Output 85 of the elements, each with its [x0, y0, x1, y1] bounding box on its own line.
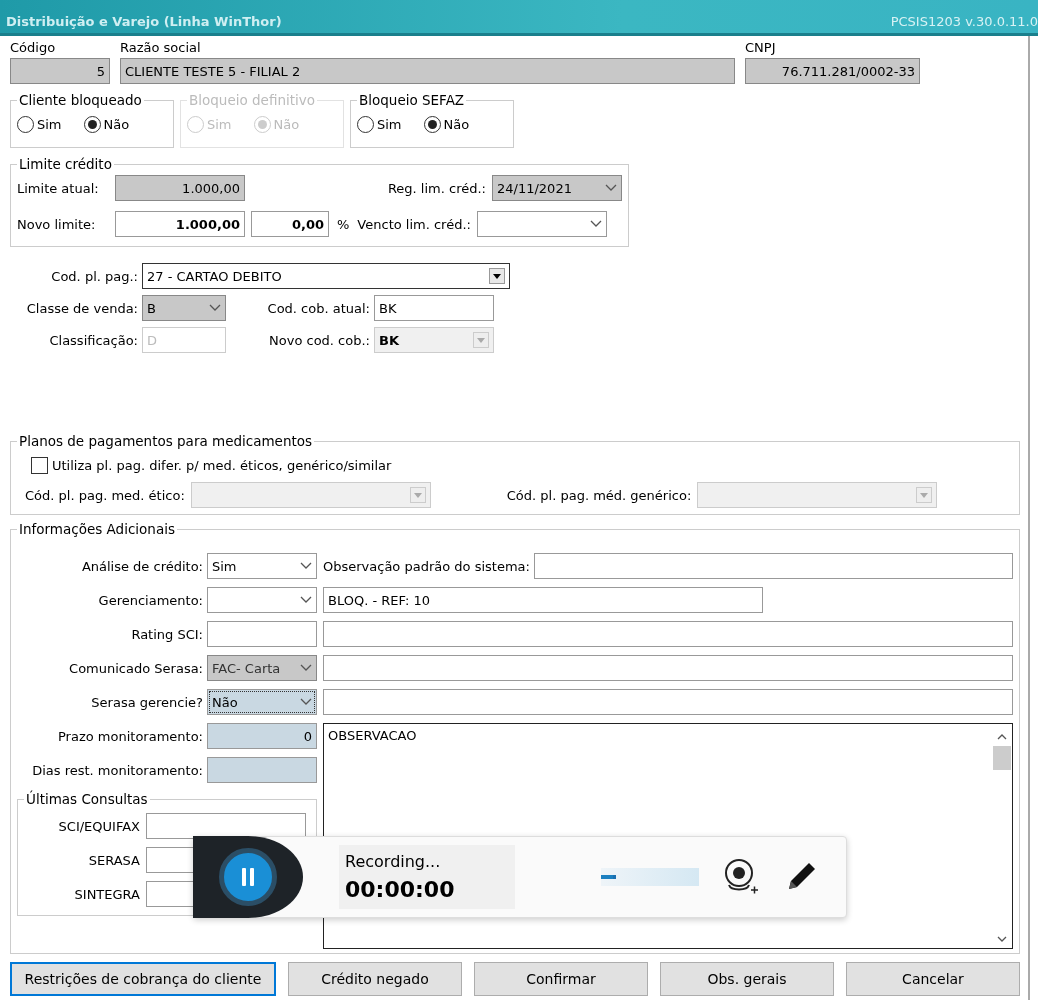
field-label: Cód. pl. pag. med. ético:: [25, 487, 185, 503]
action-button[interactable]: Cancelar: [846, 962, 1020, 996]
percent-label: %: [337, 216, 350, 232]
field-label: Rating SCI:: [130, 626, 203, 642]
field-label: SCI/EQUIFAX: [57, 818, 140, 834]
chevron-down-icon: [209, 304, 221, 312]
group-title: Bloqueio definitivo: [188, 92, 316, 108]
text-field[interactable]: BLOQ. - REF: 10: [323, 587, 763, 613]
scroll-down-icon[interactable]: [997, 936, 1007, 942]
date-dropdown[interactable]: 24/11/2021: [492, 175, 622, 201]
chevron-down-icon: [300, 562, 312, 570]
app-subtitle: Distribuição e Varejo (Linha WinThor): [6, 14, 282, 29]
field-label: Cod. pl. pag.:: [50, 268, 138, 284]
field-label: SERASA: [87, 852, 140, 868]
text-field[interactable]: 0: [207, 723, 317, 749]
dropdown[interactable]: [207, 587, 317, 613]
field-label: CNPJ: [745, 40, 777, 55]
field-label: Vencto lim. créd.:: [357, 216, 471, 232]
checkbox[interactable]: Utiliza pl. pag. difer. p/ med. éticos, genérico/similar: [31, 457, 1013, 474]
field-label: Observação padrão do sistema:: [323, 558, 530, 574]
field-label: Novo cod. cob.:: [268, 332, 370, 348]
text-field[interactable]: [323, 621, 1013, 647]
field-label: Análise de crédito:: [80, 558, 203, 574]
pause-button[interactable]: [219, 848, 277, 906]
dropdown[interactable]: Sim: [207, 553, 317, 579]
field-label: Classe de venda:: [25, 300, 138, 316]
textarea-text: OBSERVACAO: [328, 728, 417, 743]
text-field[interactable]: 1.000,00: [115, 211, 245, 237]
pause-icon: [240, 867, 256, 887]
field-label: Razão social: [120, 40, 202, 55]
field-label: Comunicado Serasa:: [68, 660, 203, 676]
text-field[interactable]: [207, 757, 317, 783]
text-field[interactable]: [533, 553, 1013, 579]
date-dropdown[interactable]: [476, 211, 607, 237]
field-label: SINTEGRA: [73, 886, 140, 902]
text-field[interactable]: CLIENTE TESTE 5 - FILIAL 2: [120, 58, 735, 84]
webcam-icon[interactable]: [723, 857, 759, 897]
action-button[interactable]: Obs. gerais: [660, 962, 834, 996]
field-label: Gerenciamento:: [97, 592, 203, 608]
text-field[interactable]: BK: [374, 295, 494, 321]
group-title: Últimas Consultas: [25, 791, 149, 807]
radio-button[interactable]: Não: [423, 116, 470, 133]
chevron-down-icon: [300, 664, 312, 672]
radio-button[interactable]: Sim: [357, 116, 402, 133]
collection-dropdown[interactable]: BK: [374, 327, 494, 353]
dropdown[interactable]: Não: [207, 689, 317, 715]
chevron-down-icon: [589, 220, 602, 228]
action-button[interactable]: Restrições de cobrança do cliente: [10, 962, 276, 996]
sales-class-dropdown[interactable]: B: [142, 295, 226, 321]
scrollbar-thumb[interactable]: [993, 746, 1011, 770]
group-title: Planos de pagamentos para medicamentos: [18, 433, 314, 449]
text-field[interactable]: 5: [10, 58, 110, 84]
field-label: Serasa gerencie?: [90, 694, 203, 710]
chevron-down-icon: [300, 698, 312, 706]
payment-plan-dropdown[interactable]: 27 - CARTAO DEBITO: [142, 263, 510, 289]
field-label: Cod. cob. atual:: [266, 300, 370, 316]
radio-button[interactable]: Sim: [17, 116, 62, 133]
action-button[interactable]: Crédito negado: [288, 962, 462, 996]
text-field[interactable]: [323, 689, 1013, 715]
field-label: Cód. pl. pag. méd. genérico:: [506, 487, 692, 503]
text-field[interactable]: [323, 655, 1013, 681]
action-button[interactable]: Confirmar: [474, 962, 648, 996]
text-field[interactable]: [146, 813, 306, 839]
percent-field[interactable]: 0,00: [251, 211, 329, 237]
chevron-down-icon: [300, 596, 312, 604]
text-field[interactable]: [207, 621, 317, 647]
recording-timer: 00:00:00: [345, 877, 456, 902]
field-label: Classificação:: [48, 332, 138, 348]
field-label: Prazo monitoramento:: [57, 728, 203, 744]
group-title: Cliente bloqueado: [18, 92, 143, 108]
group-title: Informações Adicionais: [18, 521, 176, 537]
version-label: PCSIS1203 v.30.0.11.0: [890, 14, 1038, 29]
field-label: Reg. lim. créd.:: [386, 180, 486, 196]
text-field[interactable]: 1.000,00: [115, 175, 245, 201]
text-field[interactable]: 76.711.281/0002-33: [745, 58, 920, 84]
group-title: Limite crédito: [18, 156, 113, 172]
field-label: Código: [10, 40, 57, 55]
group-title: Bloqueio SEFAZ: [358, 92, 466, 108]
chevron-down-icon: [605, 184, 617, 192]
radio-button[interactable]: Não: [83, 116, 130, 133]
field-label: Dias rest. monitoramento:: [31, 762, 203, 778]
scroll-up-icon[interactable]: [997, 734, 1007, 740]
field-label: Novo limite:: [17, 216, 97, 232]
recording-status: Recording...: [345, 852, 442, 871]
field-label: Limite atual:: [17, 180, 100, 196]
